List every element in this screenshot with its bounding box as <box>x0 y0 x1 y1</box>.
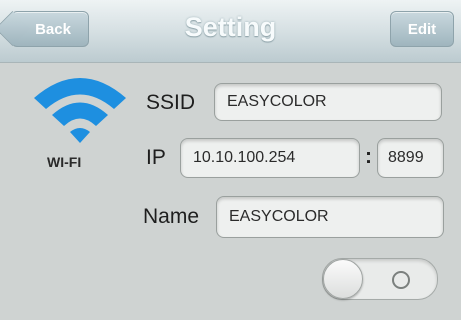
port-separator: : <box>365 145 372 168</box>
ssid-label: SSID <box>146 91 196 114</box>
name-label: Name <box>143 205 200 228</box>
ssid-field[interactable]: EASYCOLOR <box>214 83 442 121</box>
ip-label: IP <box>146 146 166 169</box>
ip-field[interactable]: 10.10.100.254 <box>180 138 360 178</box>
toggle-off-indicator-icon <box>392 271 410 289</box>
port-field[interactable]: 8899 <box>377 138 444 178</box>
title-bar: Back Setting Edit <box>0 0 461 63</box>
back-button-label: Back <box>35 20 71 38</box>
wifi-arc-inner <box>70 128 90 143</box>
name-field[interactable]: EASYCOLOR <box>216 196 444 238</box>
toggle-knob[interactable] <box>323 259 363 299</box>
wifi-arc-middle <box>52 102 108 126</box>
edit-button[interactable]: Edit <box>390 11 454 47</box>
wifi-toggle[interactable] <box>322 258 438 300</box>
wifi-icon <box>34 78 126 143</box>
wifi-label: WI-FI <box>47 154 82 170</box>
